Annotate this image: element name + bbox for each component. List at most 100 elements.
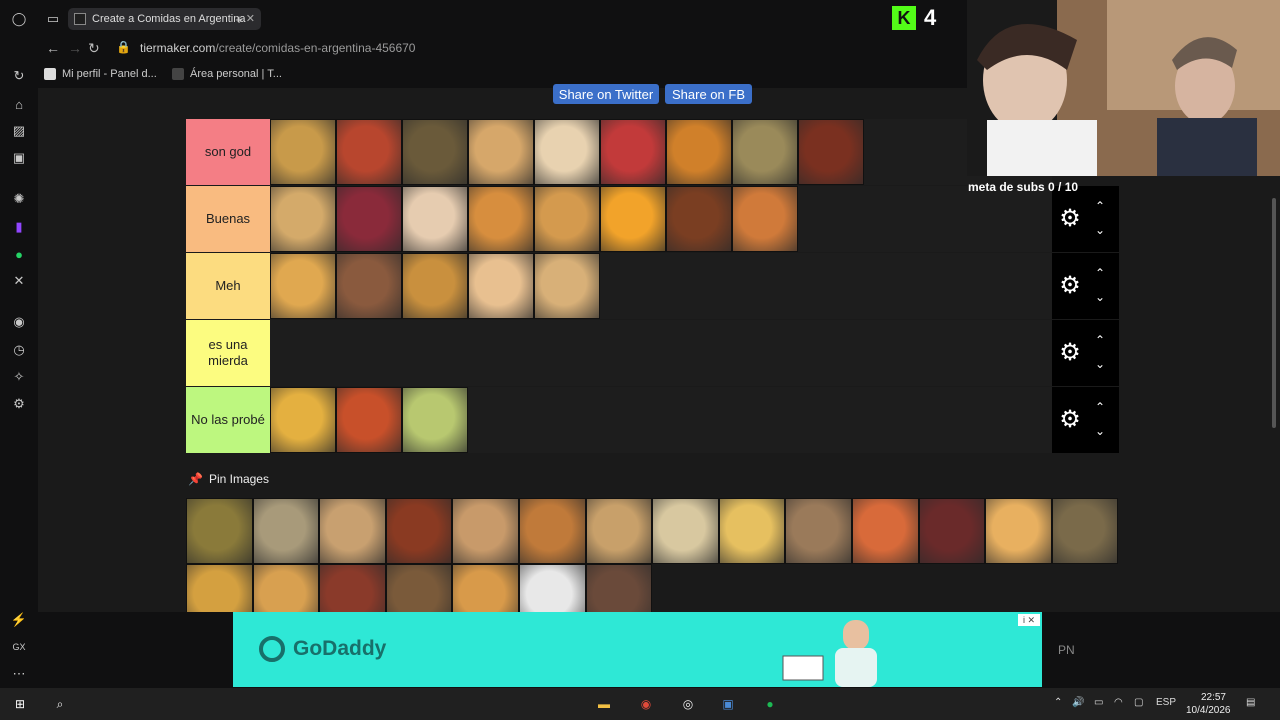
pool-food-image[interactable] xyxy=(186,498,253,564)
tier-label[interactable]: Meh xyxy=(186,253,270,319)
food-image[interactable] xyxy=(402,253,468,319)
tier-label[interactable]: son god xyxy=(186,119,270,185)
pool-food-image[interactable] xyxy=(252,498,320,564)
back-icon[interactable]: ← xyxy=(46,40,60,56)
food-image[interactable] xyxy=(336,119,402,185)
share-twitter-button[interactable]: Share on Twitter xyxy=(553,84,659,104)
search-icon[interactable]: ⌕ xyxy=(50,694,70,714)
food-image[interactable] xyxy=(534,119,600,185)
food-image[interactable] xyxy=(534,186,600,252)
food-image[interactable] xyxy=(336,253,402,319)
app-icon[interactable]: ▣ xyxy=(718,694,738,714)
food-image[interactable] xyxy=(600,119,666,185)
pool-food-image[interactable] xyxy=(452,498,519,564)
bookmark-mi-perfil[interactable]: Mi perfil - Panel d... xyxy=(44,68,157,80)
food-image[interactable] xyxy=(468,119,534,185)
pool-food-image[interactable] xyxy=(319,498,386,564)
url-field[interactable]: tiermaker.com/create/comidas-en-argentin… xyxy=(140,41,415,55)
chrome-icon[interactable]: ◉ xyxy=(636,694,656,714)
notification-icon[interactable]: ▤ xyxy=(1246,697,1255,708)
tier-label[interactable]: No las probé xyxy=(186,387,270,453)
settings-icon[interactable]: ⚙ xyxy=(10,395,28,413)
ad-choices-icon[interactable]: i ✕ xyxy=(1018,614,1040,626)
share-facebook-button[interactable]: Share on FB xyxy=(665,84,752,104)
food-image[interactable] xyxy=(270,253,336,319)
file-explorer-icon[interactable]: ▬ xyxy=(594,694,614,714)
whatsapp-icon[interactable]: ● xyxy=(10,245,28,263)
tier-move-down-icon[interactable]: ⌄ xyxy=(1092,358,1108,370)
pool-food-image[interactable] xyxy=(918,498,986,564)
spotify-icon[interactable]: ◉ xyxy=(10,313,28,331)
scrollbar-thumb[interactable] xyxy=(1272,198,1276,428)
food-image[interactable] xyxy=(732,186,798,252)
pool-food-image[interactable] xyxy=(585,498,653,564)
pin-images-toggle[interactable]: 📌 Pin Images xyxy=(188,472,269,486)
language-indicator[interactable]: ESP xyxy=(1156,697,1176,708)
reload-icon[interactable]: ↻ xyxy=(88,40,100,57)
new-tab-icon[interactable]: + xyxy=(230,10,248,28)
more-icon[interactable]: ⋯ xyxy=(10,665,28,683)
food-image[interactable] xyxy=(270,119,336,185)
display-icon[interactable]: ▢ xyxy=(1134,697,1143,708)
windows-start-icon[interactable]: ⊞ xyxy=(10,694,30,714)
gx-mod-icon[interactable]: ⚡ xyxy=(10,611,28,629)
pool-food-image[interactable] xyxy=(985,498,1052,564)
messenger-icon[interactable]: ▣ xyxy=(10,149,28,167)
volume-icon[interactable]: 🔊 xyxy=(1072,697,1084,708)
pool-food-image[interactable] xyxy=(851,498,919,564)
wifi-icon[interactable]: ◠ xyxy=(1114,697,1123,708)
x-icon[interactable]: ✕ xyxy=(10,272,28,290)
ad-banner[interactable]: GoDaddy i ✕ xyxy=(233,612,1042,687)
clock-icon[interactable]: ◷ xyxy=(10,341,28,359)
tier-label[interactable]: Buenas xyxy=(186,186,270,252)
food-image[interactable] xyxy=(666,186,732,252)
tab-switcher-icon[interactable]: ▭ xyxy=(44,10,62,28)
tier-move-down-icon[interactable]: ⌄ xyxy=(1092,291,1108,303)
pool-food-image[interactable] xyxy=(785,498,852,564)
food-image[interactable] xyxy=(402,119,468,185)
tier-label[interactable]: es una mierda xyxy=(186,320,270,386)
bookmark-area-personal[interactable]: Área personal | T... xyxy=(172,68,282,80)
food-image[interactable] xyxy=(534,253,600,319)
tier-settings-gear-icon[interactable]: ⚙ xyxy=(1058,274,1082,298)
extensions-icon[interactable]: ✧ xyxy=(10,368,28,386)
aria-icon[interactable]: ⌂ xyxy=(10,95,28,113)
tier-move-up-icon[interactable]: ⌃ xyxy=(1092,200,1108,212)
tier-move-up-icon[interactable]: ⌃ xyxy=(1092,401,1108,413)
clock[interactable]: 22:57 10/4/2026 xyxy=(1186,691,1231,717)
food-image[interactable] xyxy=(336,387,402,453)
tier-settings-gear-icon[interactable]: ⚙ xyxy=(1058,408,1082,432)
pool-food-image[interactable] xyxy=(518,498,586,564)
gx-icon[interactable]: GX xyxy=(10,638,28,656)
tier-settings-gear-icon[interactable]: ⚙ xyxy=(1058,207,1082,231)
history-icon[interactable]: ↻ xyxy=(10,67,28,85)
food-image[interactable] xyxy=(732,119,798,185)
pool-food-image[interactable] xyxy=(1051,498,1119,564)
forward-icon[interactable]: → xyxy=(68,40,82,56)
tier-settings-gear-icon[interactable]: ⚙ xyxy=(1058,341,1082,365)
tier-move-down-icon[interactable]: ⌄ xyxy=(1092,425,1108,437)
food-image[interactable] xyxy=(336,186,402,252)
food-image[interactable] xyxy=(600,186,666,252)
tier-move-up-icon[interactable]: ⌃ xyxy=(1092,267,1108,279)
opera-gx-icon[interactable]: ◎ xyxy=(678,694,698,714)
opera-logo-icon[interactable]: ◯ xyxy=(10,10,28,28)
pool-food-image[interactable] xyxy=(652,498,719,564)
food-image[interactable] xyxy=(468,186,534,252)
pool-food-image[interactable] xyxy=(385,498,453,564)
chatgpt-icon[interactable]: ✺ xyxy=(10,190,28,208)
food-image[interactable] xyxy=(270,387,336,453)
network-icon[interactable]: ▭ xyxy=(1094,697,1103,708)
food-image[interactable] xyxy=(468,253,534,319)
food-image[interactable] xyxy=(402,387,468,453)
tray-chevron-icon[interactable]: ⌃ xyxy=(1054,697,1062,708)
pool-food-image[interactable] xyxy=(718,498,786,564)
tier-drop-area[interactable] xyxy=(270,320,1052,386)
food-image[interactable] xyxy=(666,119,732,185)
food-image[interactable] xyxy=(798,119,864,185)
tier-move-down-icon[interactable]: ⌄ xyxy=(1092,224,1108,236)
spotify-taskbar-icon[interactable]: ● xyxy=(760,694,780,714)
wallet-icon[interactable]: ▨ xyxy=(10,122,28,140)
food-image[interactable] xyxy=(402,186,468,252)
tier-move-up-icon[interactable]: ⌃ xyxy=(1092,334,1108,346)
